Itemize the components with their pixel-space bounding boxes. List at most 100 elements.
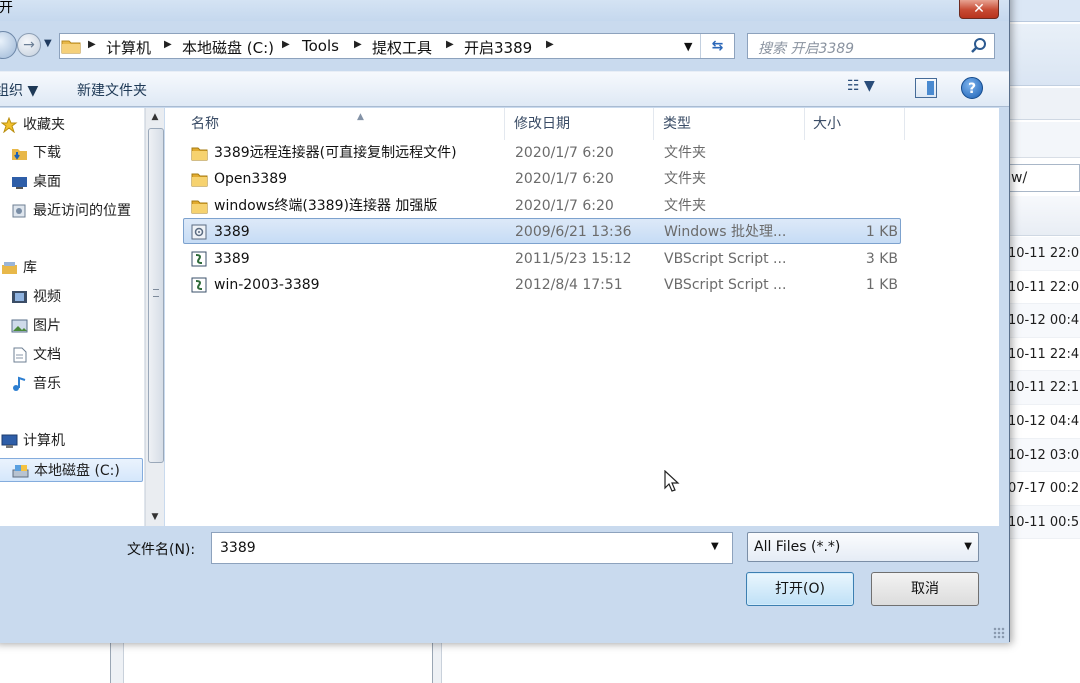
new-folder-button[interactable]: 新建文件夹	[77, 80, 147, 100]
search-input[interactable]: 搜索 开启3389	[747, 33, 995, 59]
navigation-pane-scrollbar[interactable]: ▲ ▼	[145, 108, 164, 526]
preview-pane-button[interactable]	[915, 78, 937, 98]
dialog-footer: 文件名(N): 3389 ▼ All Files (*.*) ▼ 打开(O) 取…	[0, 527, 1009, 643]
nav-item[interactable]: 音乐	[0, 372, 143, 396]
dialog-title: 开	[0, 0, 13, 16]
breadcrumb-separator-icon[interactable]: ▶	[88, 39, 96, 50]
file-modified-date: 2020/1/7 6:20	[515, 171, 614, 188]
file-size: 1 KB	[865, 277, 898, 293]
bg-timestamp-cell[interactable]: 10-11 22:4	[1008, 338, 1080, 372]
file-row[interactable]: 3389 2011/5/23 15:12 VBScript Script ... 3 …	[183, 245, 901, 271]
address-history-dropdown-icon[interactable]: ▼	[684, 40, 692, 53]
vbscript-file-icon	[191, 251, 207, 267]
folder-icon	[191, 147, 208, 161]
bg-address-field[interactable]: w/	[1006, 164, 1080, 192]
bg-timestamp-cell[interactable]: 07-17 00:2	[1008, 472, 1080, 506]
resize-grip-icon[interactable]	[993, 627, 1005, 639]
breadcrumb-computer[interactable]: 计算机	[106, 37, 151, 58]
nav-item-label: 桌面	[33, 174, 61, 190]
close-button[interactable]: ✕	[959, 0, 999, 19]
nav-item[interactable]: 收藏夹	[0, 113, 143, 137]
address-bar[interactable]: ▶ 计算机 ▶ 本地磁盘 (C:) ▶ Tools ▶ 提权工具 ▶ 开启338…	[59, 33, 735, 59]
file-row[interactable]: win-2003-3389 2012/8/4 17:51 VBScript Scri…	[183, 271, 901, 297]
file-row[interactable]: Open3389 2020/1/7 6:20 文件夹	[183, 165, 901, 191]
column-header-name[interactable]: 名称 ▲	[183, 108, 505, 140]
recent-pages-dropdown-icon[interactable]: ▼	[44, 38, 54, 49]
bg-timestamp-cell[interactable]: 10-11 22:1	[1008, 371, 1080, 405]
nav-item-label: 音乐	[33, 376, 61, 392]
scroll-down-icon[interactable]: ▼	[146, 508, 164, 526]
nav-item[interactable]: 计算机	[0, 429, 143, 453]
dialog-titlebar[interactable]: 开 ✕	[0, 0, 1009, 21]
file-row[interactable]: 3389远程连接器(可直接复制远程文件) 2020/1/7 6:20 文件夹	[183, 139, 901, 165]
nav-item-label: 最近访问的位置	[33, 203, 131, 219]
open-button[interactable]: 打开(O)	[746, 572, 854, 606]
search-icon[interactable]	[970, 37, 988, 55]
nav-item[interactable]: 视频	[0, 285, 143, 309]
column-label-name: 名称	[191, 116, 219, 132]
bg-timestamp-cell[interactable]: 10-12 00:4	[1008, 304, 1080, 338]
column-header-size[interactable]: 大小	[805, 108, 905, 140]
breadcrumb-separator-icon[interactable]: ▶	[164, 39, 172, 50]
file-modified-date: 2012/8/4 17:51	[515, 277, 623, 293]
nav-item-label: 下载	[33, 145, 61, 161]
breadcrumb-tools[interactable]: Tools	[302, 37, 339, 55]
breadcrumb-separator-icon[interactable]: ▶	[354, 39, 362, 50]
desktop-icon	[12, 177, 27, 189]
breadcrumb-separator-icon[interactable]: ▶	[282, 39, 290, 50]
bg-toolbar	[1008, 24, 1080, 86]
folder-icon	[61, 40, 81, 54]
file-row[interactable]: 3389 2009/6/21 13:36 Windows 批处理... 1 KB	[183, 218, 901, 245]
search-placeholder: 搜索 开启3389	[758, 41, 855, 57]
column-header-type[interactable]: 类型	[655, 108, 805, 140]
nav-item[interactable]: 文档	[0, 343, 143, 367]
column-header-date[interactable]: 修改日期	[506, 108, 654, 140]
back-button[interactable]	[0, 31, 17, 59]
scrollbar-thumb[interactable]	[148, 128, 164, 463]
open-file-dialog: 开 ✕ → ▼ ▶ 计算机 ▶ 本地磁盘 (C:) ▶ Tools ▶ 提权工具…	[0, 0, 1010, 643]
bg-timestamp-cell[interactable]: 10-11 22:0	[1008, 271, 1080, 305]
breadcrumb-separator-icon[interactable]: ▶	[546, 39, 554, 50]
file-type-filter-select[interactable]: All Files (*.*) ▼	[747, 532, 979, 562]
bg-timestamp-cell[interactable]: 10-12 04:4	[1008, 405, 1080, 439]
nav-item[interactable]: 桌面	[0, 170, 143, 194]
organize-menu-button[interactable]: 组织 ▼	[0, 80, 38, 100]
file-name: win-2003-3389	[214, 277, 320, 293]
bg-timestamp-cell[interactable]: 10-11 00:5	[1008, 505, 1080, 540]
file-row[interactable]: windows终端(3389)连接器 加强版 2020/1/7 6:20 文件夹	[183, 192, 901, 218]
filename-history-dropdown-icon[interactable]: ▼	[711, 541, 719, 552]
nav-item-label: 计算机	[23, 433, 65, 449]
music-icon	[13, 376, 26, 391]
navigation-bar: → ▼ ▶ 计算机 ▶ 本地磁盘 (C:) ▶ Tools ▶ 提权工具 ▶ 开…	[0, 29, 1009, 61]
filename-input[interactable]: 3389	[211, 532, 733, 564]
file-name: Open3389	[214, 171, 288, 188]
help-button[interactable]: ?	[961, 77, 983, 99]
bg-titlebar	[1008, 0, 1080, 22]
file-name: 3389	[214, 250, 250, 267]
file-modified-date: 2011/5/23 15:12	[515, 250, 632, 267]
bg-timestamp-cell[interactable]: 10-11 22:0	[1008, 237, 1080, 271]
nav-item[interactable]: 下载	[0, 141, 143, 165]
forward-arrow-icon: →	[23, 37, 35, 53]
bg-timestamp-list: 10-11 22:0 10-11 22:0 10-12 00:4 10-11 22:4…	[1008, 237, 1080, 540]
bg-menu-strip	[1008, 88, 1080, 120]
cancel-button[interactable]: 取消	[871, 572, 979, 606]
view-options-button[interactable]: ☷ ▼	[847, 78, 891, 100]
file-type: 文件夹	[664, 197, 706, 214]
bg-timestamp-cell[interactable]: 10-12 03:0	[1008, 438, 1080, 473]
file-modified-date: 2020/1/7 6:20	[515, 145, 614, 161]
scroll-up-icon[interactable]: ▲	[146, 108, 164, 126]
breadcrumb-privesc-tools[interactable]: 提权工具	[372, 37, 432, 58]
nav-item[interactable]: 图片	[0, 314, 143, 338]
forward-button[interactable]: →	[17, 33, 41, 57]
download-folder-icon	[12, 149, 27, 160]
nav-item[interactable]: 最近访问的位置	[0, 199, 143, 223]
file-size: 3 KB	[865, 250, 898, 267]
refresh-button[interactable]: ⇆	[700, 34, 734, 58]
breadcrumb-current-folder[interactable]: 开启3389	[464, 37, 532, 58]
breadcrumb-local-disk[interactable]: 本地磁盘 (C:)	[182, 37, 274, 58]
file-name: 3389	[214, 224, 250, 241]
breadcrumb-separator-icon[interactable]: ▶	[446, 39, 454, 50]
nav-item[interactable]: 本地磁盘 (C:)	[0, 458, 143, 482]
nav-item[interactable]: 库	[0, 256, 143, 280]
